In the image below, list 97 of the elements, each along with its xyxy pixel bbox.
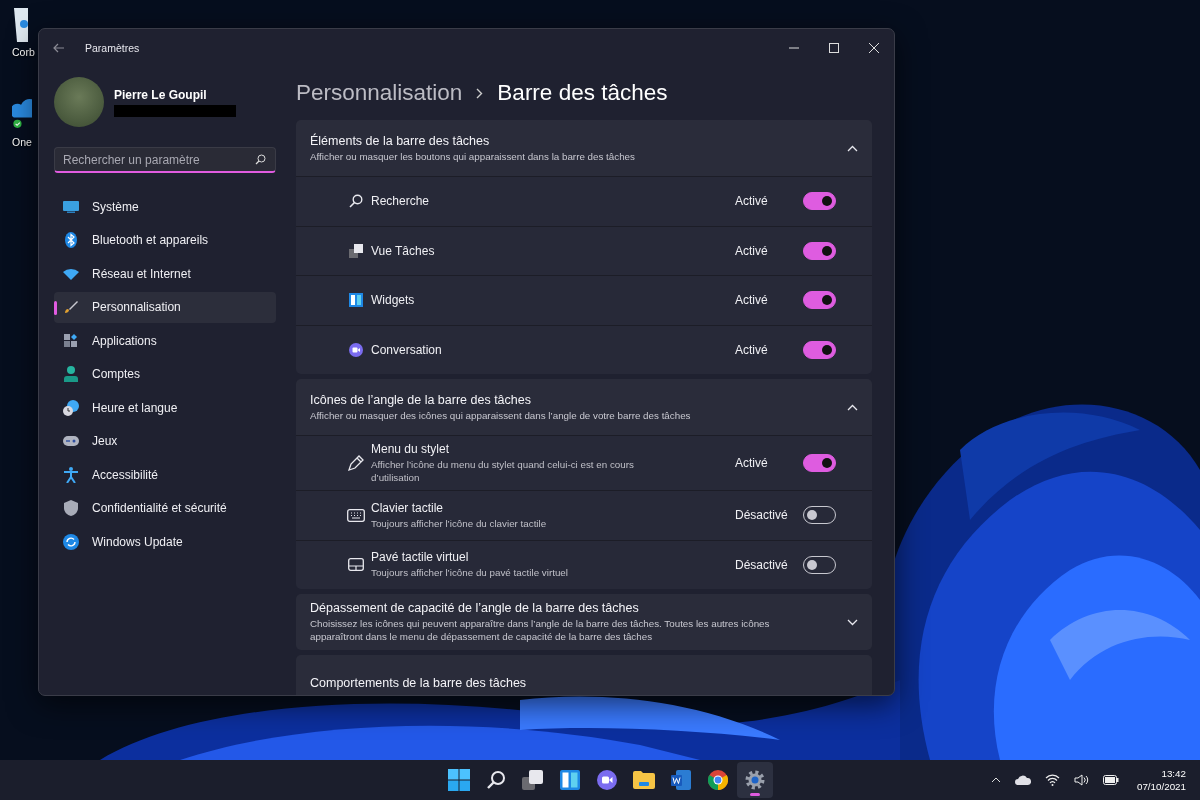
back-arrow-icon[interactable]	[53, 43, 65, 53]
sidebar-item[interactable]: Windows Update	[54, 526, 276, 557]
sidebar-item[interactable]: Réseau et Internet	[54, 258, 276, 289]
windows-stack-icon	[349, 243, 363, 258]
desktop-icon-label[interactable]: One	[12, 136, 32, 148]
selection-indicator	[54, 300, 57, 315]
desktop-icon-label[interactable]: Corb	[12, 46, 35, 58]
cloud-icon[interactable]	[1014, 775, 1031, 785]
toggle-status: Activé	[735, 243, 769, 258]
section-subtitle: Choisissez les icônes qui peuvent apparaître dans l’angle de la barre des tâches. Toutes les autres icônes apparaîtront dans le menu de dépassement de capacité de la barre des tâches	[310, 617, 771, 643]
sidebar-item[interactable]: Applications	[54, 325, 276, 356]
brush-icon	[64, 300, 78, 314]
toggle-status: Désactivé	[735, 557, 789, 572]
sidebar-item[interactable]: Confidentialité et sécurité	[54, 492, 276, 524]
close-icon[interactable]	[869, 43, 879, 53]
setting-description: Toujours afficher l’icône du pavé tactile virtuel	[371, 566, 569, 580]
active-indicator	[750, 793, 760, 796]
sidebar-item[interactable]: Heure et langue	[54, 392, 276, 423]
wifi-icon[interactable]	[1044, 774, 1060, 786]
windows-stack-icon[interactable]	[522, 770, 544, 790]
wifi-icon	[63, 267, 79, 280]
folder-icon[interactable]	[633, 771, 655, 789]
section-title: Icônes de l’angle de la barre des tâches	[310, 392, 532, 407]
monitor-icon	[63, 200, 79, 213]
search-field[interactable]: Rechercher un paramètre	[54, 147, 276, 173]
accessibility-icon	[64, 466, 78, 483]
setting-label: Conversation	[371, 342, 443, 357]
avatar	[54, 77, 104, 127]
page-title: Barre des tâches	[497, 80, 668, 106]
setting-label: Menu du stylet	[371, 442, 451, 456]
sidebar-item[interactable]: Comptes	[54, 358, 276, 390]
widgets-icon[interactable]	[560, 770, 580, 790]
section-title: Dépassement de capacité de l’angle de la barre des tâches	[310, 601, 640, 615]
search-icon	[349, 194, 363, 209]
search-icon[interactable]	[486, 770, 506, 790]
chevron-icon[interactable]	[847, 144, 858, 152]
chat-icon	[349, 342, 363, 357]
time-text: 13:42	[1161, 768, 1186, 779]
chevron-right-icon	[476, 87, 484, 99]
touchpad-icon	[348, 558, 364, 572]
chevron-up-icon[interactable]	[990, 777, 1001, 783]
apps-icon	[64, 333, 78, 348]
gear-icon[interactable]	[745, 770, 765, 790]
chevron-icon[interactable]	[847, 618, 858, 626]
sidebar-item[interactable]: Jeux	[54, 425, 276, 457]
chevron-icon[interactable]	[847, 403, 858, 411]
date-text: 07/10/2021	[1136, 781, 1186, 792]
search-icon	[255, 154, 266, 165]
document-icon[interactable]	[671, 770, 691, 790]
section-header[interactable]: Icônes de l’angle de la barre des tâches Afficher ou masquer des icônes qui apparaissent dans l’angle de votre barre des tâches	[296, 379, 872, 435]
section-subtitle: Afficher ou masquer des icônes qui apparaissent dans l’angle de votre barre des tâches	[310, 408, 692, 422]
toggle-status: Activé	[735, 342, 769, 357]
toggle-switch[interactable]	[803, 340, 836, 359]
section-header[interactable]	[296, 594, 872, 650]
sidebar-item[interactable]: Bluetooth et appareils	[54, 224, 276, 256]
breadcrumb-link[interactable]: Personnalisation	[296, 80, 463, 106]
toggle-status: Désactivé	[735, 508, 789, 523]
window-title: Paramètres	[85, 42, 141, 54]
setting-description: Toujours afficher l’icône du clavier tactile	[371, 516, 548, 530]
toggle-status: Activé	[735, 456, 769, 470]
person-icon	[64, 366, 78, 382]
clock[interactable]: 13:42 07/10/2021	[1136, 768, 1186, 792]
maximize-icon[interactable]	[829, 43, 839, 53]
browser-icon[interactable]	[708, 770, 728, 790]
update-icon	[63, 533, 79, 550]
toggle-switch[interactable]	[803, 291, 836, 310]
toggle-switch[interactable]	[803, 192, 836, 211]
section-header[interactable]: Éléments de la barre des tâches Afficher ou masquer les boutons qui apparaissent dans la barre des tâches	[296, 120, 872, 176]
keyboard-icon	[347, 508, 365, 522]
battery-icon[interactable]	[1102, 775, 1119, 785]
shield-icon	[64, 500, 78, 516]
section-subtitle: Afficher ou masquer les boutons qui apparaissent dans la barre des tâches	[310, 149, 636, 163]
toggle-status: Activé	[735, 293, 769, 308]
setting-label: Clavier tactile	[371, 500, 445, 515]
sidebar-item[interactable]: Accessibilité	[54, 459, 276, 490]
toggle-status: Activé	[735, 194, 769, 209]
sidebar-item[interactable]: Système	[54, 191, 276, 222]
sidebar-item[interactable]: Personnalisation	[54, 291, 276, 323]
widgets-icon	[349, 293, 363, 308]
start-icon[interactable]	[448, 769, 470, 791]
chat-icon[interactable]	[597, 770, 617, 790]
section-title: Éléments de la barre des tâches	[310, 133, 491, 148]
globe-clock-icon	[63, 399, 79, 416]
section-header[interactable]: Comportements de la barre des tâches	[296, 655, 872, 695]
setting-label: Widgets	[371, 293, 416, 308]
pen-icon	[347, 454, 365, 472]
setting-label: Recherche	[371, 194, 431, 209]
section-title: Comportements de la barre des tâches	[310, 676, 528, 690]
toggle-switch[interactable]	[803, 454, 836, 472]
user-name: Pierre Le Goupil	[114, 87, 208, 102]
setting-label: Vue Tâches	[371, 243, 436, 258]
setting-description: Afficher l’icône du menu du stylet quand celui-ci est en cours d’utilisation	[371, 458, 635, 484]
speaker-icon[interactable]	[1073, 774, 1089, 786]
gamepad-icon	[63, 436, 79, 446]
setting-label: Pavé tactile virtuel	[371, 550, 470, 565]
toggle-switch[interactable]	[803, 241, 836, 260]
bluetooth-icon	[65, 232, 77, 248]
